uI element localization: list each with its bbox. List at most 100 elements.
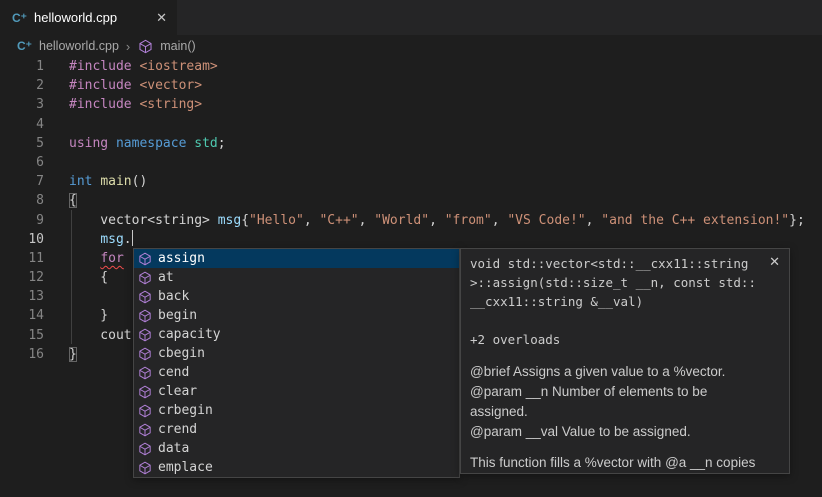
code-line[interactable]: 2#include <vector>	[0, 76, 822, 95]
symbol-method-icon	[137, 384, 153, 400]
line-number: 6	[0, 153, 44, 172]
code-text: }	[44, 345, 77, 364]
code-line[interactable]: 7int main()	[0, 172, 822, 191]
code-text: int main()	[44, 172, 147, 191]
breadcrumb-file[interactable]: helloworld.cpp	[39, 39, 119, 53]
code-text: {	[44, 191, 77, 210]
docs-body-line: This function fills a %vector with @a __…	[470, 453, 765, 474]
suggest-item-label: cbegin	[158, 346, 205, 361]
suggest-item-label: data	[158, 441, 189, 456]
docs-body-line: @param __val Value to be assigned.	[470, 422, 765, 442]
text-cursor	[132, 230, 134, 246]
symbol-method-icon	[137, 308, 153, 324]
code-text: for	[44, 249, 124, 268]
suggest-item-capacity[interactable]: capacity	[134, 325, 459, 344]
tab-helloworld[interactable]: C⁺ helloworld.cpp ✕	[0, 0, 177, 35]
tab-label: helloworld.cpp	[34, 10, 117, 25]
suggest-item-assign[interactable]: assign	[134, 249, 459, 268]
suggest-item-emplace[interactable]: emplace	[134, 458, 459, 477]
suggest-item-cend[interactable]: cend	[134, 363, 459, 382]
suggest-item-back[interactable]: back	[134, 287, 459, 306]
symbol-method-icon	[137, 422, 153, 438]
symbol-method-icon	[137, 365, 153, 381]
suggest-docs-panel: ✕ void std::vector<std::__cxx11::string …	[460, 248, 790, 474]
code-text: vector<string> msg{"Hello", "C++", "Worl…	[44, 211, 805, 230]
code-text	[44, 153, 69, 172]
suggest-item-begin[interactable]: begin	[134, 306, 459, 325]
close-icon[interactable]: ✕	[769, 254, 780, 270]
suggest-item-at[interactable]: at	[134, 268, 459, 287]
suggest-item-crbegin[interactable]: crbegin	[134, 401, 459, 420]
code-line[interactable]: 6	[0, 153, 822, 172]
code-line[interactable]: 8{	[0, 191, 822, 210]
suggest-item-label: back	[158, 289, 189, 304]
line-number: 1	[0, 57, 44, 76]
symbol-method-icon	[137, 289, 153, 305]
code-text: {	[44, 268, 108, 287]
code-line[interactable]: 3#include <string>	[0, 95, 822, 114]
suggest-item-label: begin	[158, 308, 197, 323]
code-line[interactable]: 1#include <iostream>	[0, 57, 822, 76]
suggest-widget: assign at back begin capacity cbegin cend clear…	[133, 248, 460, 478]
chevron-right-icon: ›	[126, 39, 130, 54]
suggest-item-label: cend	[158, 365, 189, 380]
cpp-file-icon: C⁺	[12, 12, 27, 24]
code-text: }	[44, 306, 108, 325]
line-number: 3	[0, 95, 44, 114]
line-number: 4	[0, 115, 44, 134]
breadcrumb: C⁺ helloworld.cpp › main()	[0, 35, 822, 57]
indent-guide	[71, 210, 72, 344]
symbol-method-icon	[137, 251, 153, 267]
code-text	[44, 115, 69, 134]
docs-body-line	[470, 442, 765, 453]
docs-body: @brief Assigns a given value to a %vecto…	[470, 362, 765, 474]
code-text: #include <iostream>	[44, 57, 218, 76]
code-text: msg.	[44, 230, 133, 249]
symbol-method-icon	[137, 441, 153, 457]
line-number: 9	[0, 211, 44, 230]
line-number: 15	[0, 326, 44, 345]
suggest-item-data[interactable]: data	[134, 439, 459, 458]
suggest-item-crend[interactable]: crend	[134, 420, 459, 439]
suggest-item-label: clear	[158, 384, 197, 399]
line-number: 13	[0, 287, 44, 306]
breadcrumb-symbol[interactable]: main()	[160, 39, 195, 53]
suggest-item-label: assign	[158, 251, 205, 266]
line-number: 14	[0, 306, 44, 325]
code-line[interactable]: 10 msg.	[0, 230, 822, 249]
docs-signature: void std::vector<std::__cxx11::string >:…	[470, 254, 765, 311]
line-number: 16	[0, 345, 44, 364]
docs-body-line: @param __n Number of elements to be assi…	[470, 382, 765, 422]
suggest-item-label: at	[158, 270, 174, 285]
code-text	[44, 287, 69, 306]
code-text: #include <string>	[44, 95, 202, 114]
code-line[interactable]: 9 vector<string> msg{"Hello", "C++", "Wo…	[0, 211, 822, 230]
symbol-method-icon	[137, 403, 153, 419]
tab-close-icon[interactable]: ✕	[156, 10, 167, 26]
symbol-method-icon	[137, 460, 153, 476]
suggest-item-cbegin[interactable]: cbegin	[134, 344, 459, 363]
suggest-item-clear[interactable]: clear	[134, 382, 459, 401]
cpp-file-icon: C⁺	[17, 40, 32, 52]
symbol-method-icon	[137, 270, 153, 286]
suggest-item-label: crend	[158, 422, 197, 437]
line-number: 5	[0, 134, 44, 153]
line-number: 7	[0, 172, 44, 191]
tab-bar: C⁺ helloworld.cpp ✕	[0, 0, 822, 35]
suggest-item-label: capacity	[158, 327, 221, 342]
docs-overloads[interactable]: +2 overloads	[470, 332, 765, 347]
symbol-cube-icon	[137, 38, 153, 54]
line-number: 10	[0, 230, 44, 249]
code-line[interactable]: 5using namespace std;	[0, 134, 822, 153]
code-line[interactable]: 4	[0, 115, 822, 134]
symbol-method-icon	[137, 327, 153, 343]
line-number: 8	[0, 191, 44, 210]
line-number: 12	[0, 268, 44, 287]
symbol-method-icon	[137, 346, 153, 362]
line-number: 11	[0, 249, 44, 268]
docs-body-line: @brief Assigns a given value to a %vecto…	[470, 362, 765, 382]
suggest-item-label: emplace	[158, 460, 213, 475]
code-text: #include <vector>	[44, 76, 202, 95]
suggest-item-label: crbegin	[158, 403, 213, 418]
code-text: using namespace std;	[44, 134, 226, 153]
